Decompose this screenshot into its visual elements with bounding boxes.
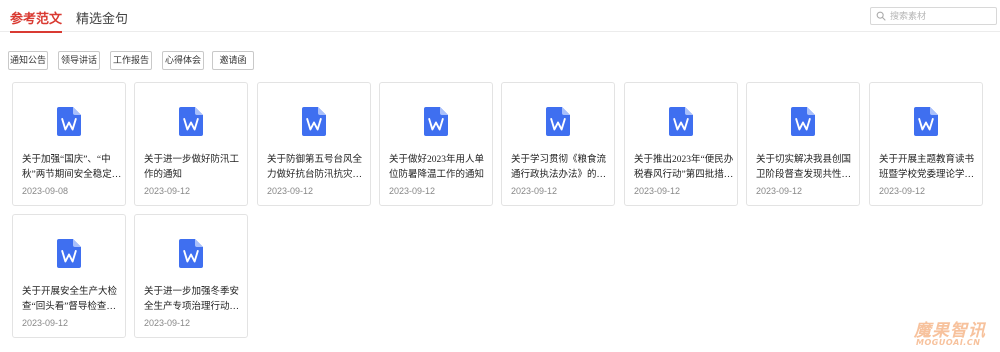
document-date: 2023-09-12 <box>144 186 191 196</box>
document-date: 2023-09-12 <box>879 186 926 196</box>
document-card[interactable]: 关于切实解决我县创国卫阶段督查发现共性问题… 2023-09-12 <box>746 82 860 206</box>
search-box[interactable] <box>870 7 997 25</box>
search-input[interactable] <box>890 11 990 21</box>
document-date: 2023-09-12 <box>756 186 803 196</box>
document-card[interactable]: 关于做好2023年用人单位防暑降温工作的通知 2023-09-12 <box>379 82 493 206</box>
document-date: 2023-09-12 <box>144 318 191 328</box>
document-card[interactable]: 关于进一步加强冬季安全生产专项治理行动督导… 2023-09-12 <box>134 214 248 338</box>
document-card[interactable]: 关于进一步做好防汛工作的通知 2023-09-12 <box>134 82 248 206</box>
filter-experience[interactable]: 心得体会 <box>162 51 204 70</box>
wps-document-icon <box>179 239 203 268</box>
document-date: 2023-09-08 <box>22 186 69 196</box>
watermark-logo: 魔果智讯 MOGUOAI.CN <box>910 316 994 350</box>
document-card[interactable]: 关于推出2023年“便民办税春风行动”第四批措… 2023-09-12 <box>624 82 738 206</box>
wps-document-icon <box>302 107 326 136</box>
wps-document-icon <box>914 107 938 136</box>
filter-invitation[interactable]: 邀请函 <box>212 51 254 70</box>
document-card[interactable]: 关于开展主题教育读书班暨学校党委理论学习中… 2023-09-12 <box>869 82 983 206</box>
watermark-domain: MOGUOAI.CN <box>916 338 981 347</box>
document-title: 关于做好2023年用人单位防暑降温工作的通知 <box>389 155 485 180</box>
wps-document-icon <box>546 107 570 136</box>
tab-selected-quotes[interactable]: 精选金句 <box>76 11 128 27</box>
document-title: 关于切实解决我县创国卫阶段督查发现共性问题… <box>756 155 852 180</box>
document-title: 关于防御第五号台风全力做好抗台防汛抗灾减灾… <box>267 155 363 180</box>
document-card[interactable]: 关于开展安全生产大检查“回头看”督导检查的… 2023-09-12 <box>12 214 126 338</box>
document-date: 2023-09-12 <box>22 318 69 328</box>
wps-document-icon <box>424 107 448 136</box>
document-title: 关于加强“国庆”、“中秋”两节期间安全稳定… <box>22 155 122 180</box>
wps-document-icon <box>57 239 81 268</box>
document-date: 2023-09-12 <box>267 186 314 196</box>
document-title: 关于进一步做好防汛工作的通知 <box>144 155 240 180</box>
document-title: 关于进一步加强冬季安全生产专项治理行动督导… <box>144 287 240 312</box>
document-date: 2023-09-12 <box>634 186 681 196</box>
document-card[interactable]: 关于加强“国庆”、“中秋”两节期间安全稳定… 2023-09-08 <box>12 82 126 206</box>
document-title: 关于开展安全生产大检查“回头看”督导检查的… <box>22 287 118 312</box>
document-date: 2023-09-12 <box>511 186 558 196</box>
document-card[interactable]: 关于学习贯彻《粮食流通行政执法办法》的通知 2023-09-12 <box>501 82 615 206</box>
document-date: 2023-09-12 <box>389 186 436 196</box>
filter-leader-speech[interactable]: 领导讲话 <box>58 51 100 70</box>
wps-document-icon <box>791 107 815 136</box>
document-card[interactable]: 关于防御第五号台风全力做好抗台防汛抗灾减灾… 2023-09-12 <box>257 82 371 206</box>
wps-document-icon <box>57 107 81 136</box>
document-title: 关于推出2023年“便民办税春风行动”第四批措… <box>634 155 734 180</box>
document-title: 关于学习贯彻《粮食流通行政执法办法》的通知 <box>511 155 607 180</box>
tab-reference-essays[interactable]: 参考范文 <box>10 11 63 33</box>
document-title: 关于开展主题教育读书班暨学校党委理论学习中… <box>879 155 975 180</box>
top-tab-bar: 参考范文 精选金句 <box>0 0 1000 33</box>
wps-document-icon <box>179 107 203 136</box>
wps-document-icon <box>669 107 693 136</box>
filter-work-report[interactable]: 工作报告 <box>110 51 152 70</box>
filter-notice[interactable]: 通知公告 <box>8 51 48 70</box>
search-icon <box>876 11 886 21</box>
